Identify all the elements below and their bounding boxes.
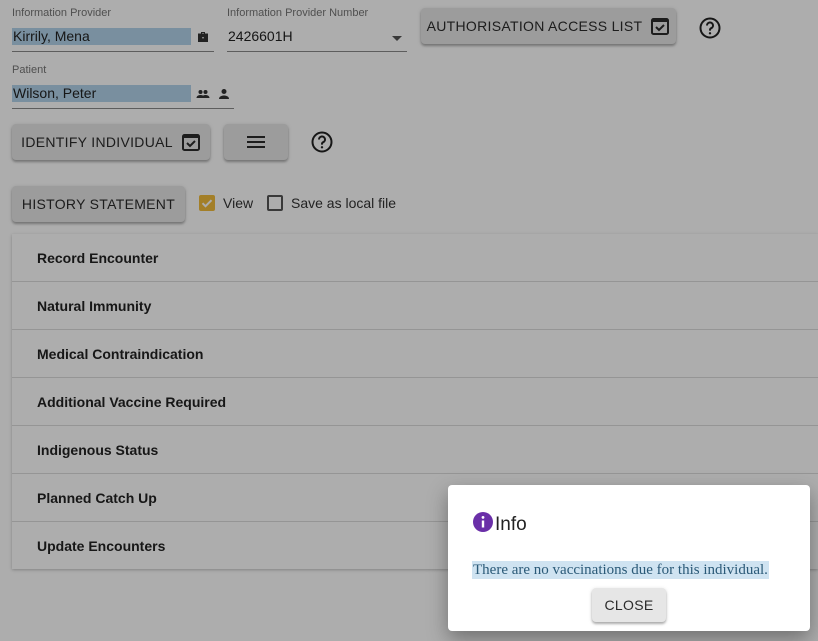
page: Information Provider Kirrily, Mena Infor… xyxy=(0,0,818,641)
info-dialog: Info There are no vaccinations due for t… xyxy=(448,485,810,631)
dialog-title-text: Info xyxy=(495,514,527,535)
info-icon xyxy=(472,511,494,533)
dialog-message: There are no vaccinations due for this i… xyxy=(472,561,769,579)
close-button[interactable]: CLOSE xyxy=(592,588,666,622)
dialog-title: Info xyxy=(472,512,527,537)
